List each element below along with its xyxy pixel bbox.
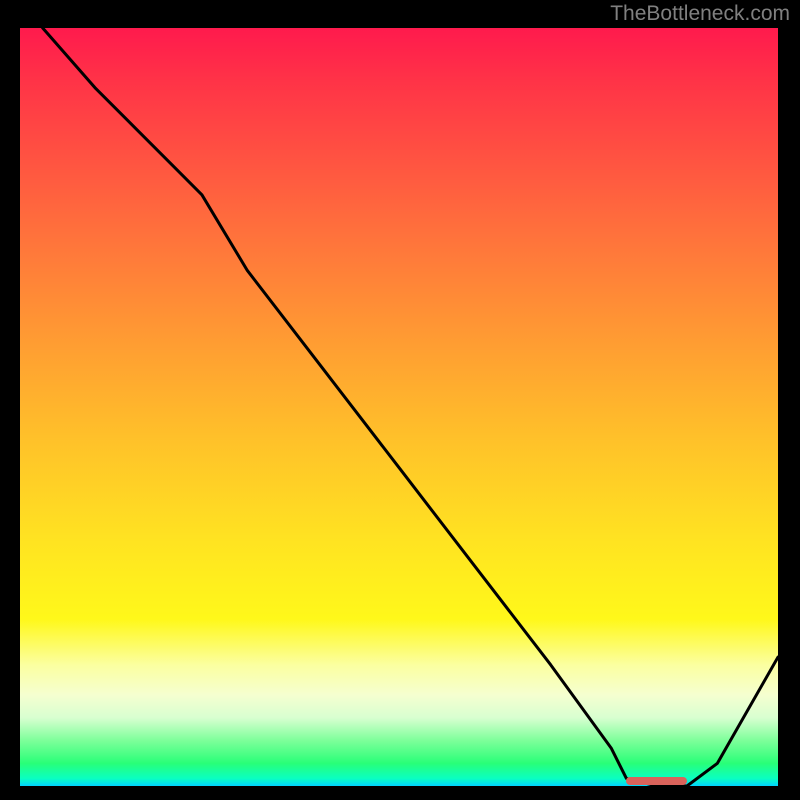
bottleneck-curve-line	[20, 28, 778, 786]
attribution-text: TheBottleneck.com	[610, 2, 790, 26]
chart-line-overlay	[20, 28, 778, 786]
optimal-range-marker	[626, 777, 687, 785]
